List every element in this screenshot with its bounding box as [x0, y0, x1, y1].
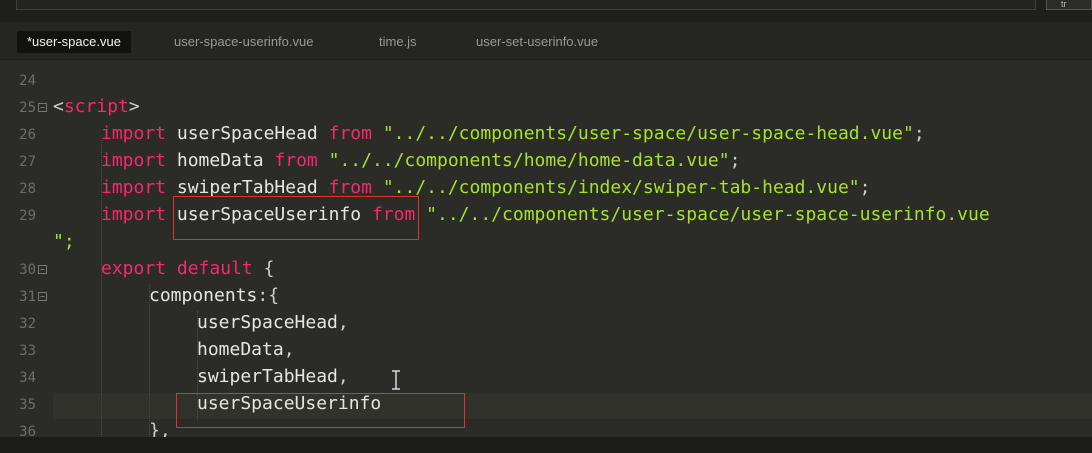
closing-brace: }, — [149, 420, 171, 437]
semicolon: ; — [729, 150, 741, 171]
open-brace: { — [263, 258, 275, 279]
code-editor[interactable]: 24 25 26 27 28 29 30 31 32 33 34 35 36 −… — [0, 60, 1092, 437]
keyword-from: from — [328, 177, 372, 198]
string-path: "../../components/index/swiper-tab-head.… — [382, 177, 860, 198]
property-components: components — [149, 285, 258, 306]
code-line-31: components:{ — [149, 285, 279, 306]
keyword-import: import — [101, 150, 167, 171]
line-number: 24 — [19, 73, 36, 89]
code-line-32: userSpaceHead, — [197, 312, 349, 333]
component-name: swiperTabHead — [197, 366, 338, 387]
line-number: 32 — [19, 316, 36, 332]
keyword-from: from — [328, 123, 372, 144]
top-corner-button[interactable]: tr — [1046, 0, 1092, 10]
line-number: 31 — [19, 289, 36, 305]
string-path: "../../components/home/home-data.vue" — [328, 150, 730, 171]
status-bar — [0, 437, 1092, 453]
tag-name: script — [63, 96, 129, 117]
semicolon: ; — [859, 177, 871, 198]
code-line-29-wrap: "; — [53, 231, 75, 252]
line-number: 26 — [19, 127, 36, 143]
tag-close: > — [128, 96, 140, 117]
editor-tab-bar: *user-space.vue user-space-userinfo.vue … — [0, 22, 1092, 60]
annotation-box-import — [173, 196, 419, 240]
code-line-28: import swiperTabHead from "../../compone… — [101, 177, 870, 198]
identifier: userSpaceHead — [176, 123, 318, 144]
keyword-export: export — [101, 258, 167, 279]
code-line-30: export default { — [101, 258, 274, 279]
semicolon: ; — [913, 123, 925, 144]
text-cursor-icon — [392, 370, 400, 390]
line-number: 30 — [19, 262, 36, 278]
identifier: homeData — [176, 150, 264, 171]
comma: , — [283, 339, 295, 360]
comma: , — [337, 366, 349, 387]
code-line-27: import homeData from "../../components/h… — [101, 150, 740, 171]
code-line-36: }, — [149, 420, 171, 437]
line-number: 33 — [19, 343, 36, 359]
fold-toggle-icon[interactable]: − — [38, 265, 47, 274]
punctuation: :{ — [257, 285, 280, 306]
identifier: swiperTabHead — [176, 177, 318, 198]
string-path: "../../components/user-space/user-space-… — [382, 123, 914, 144]
fold-toggle-icon[interactable]: − — [38, 292, 47, 301]
tab-time-js[interactable]: time.js — [379, 31, 417, 53]
annotation-box-component — [176, 393, 465, 428]
keyword-import: import — [101, 177, 167, 198]
keyword-default: default — [176, 258, 253, 279]
tab-user-set-userinfo-vue[interactable]: user-set-userinfo.vue — [476, 31, 598, 53]
tag-open: < — [53, 96, 64, 117]
indent-guide — [149, 284, 150, 437]
line-number: 29 — [19, 208, 36, 224]
string-path-end: "; — [53, 231, 75, 252]
code-line-25: <script> — [53, 96, 140, 117]
fold-toggle-icon[interactable]: − — [38, 103, 47, 112]
tab-user-space-userinfo-vue[interactable]: user-space-userinfo.vue — [174, 31, 313, 53]
code-line-26: import userSpaceHead from "../../compone… — [101, 123, 925, 144]
code-line-34: swiperTabHead, — [197, 366, 349, 387]
line-number: 28 — [19, 181, 36, 197]
code-line-33: homeData, — [197, 339, 295, 360]
component-name: homeData — [197, 339, 284, 360]
tab-user-space-vue[interactable]: *user-space.vue — [17, 31, 131, 53]
line-number: 25 — [19, 100, 36, 116]
line-number: 27 — [19, 154, 36, 170]
string-path: "../../components/user-space/user-space-… — [426, 204, 990, 225]
keyword-import: import — [101, 204, 167, 225]
keyword-from: from — [274, 150, 318, 171]
line-number: 35 — [19, 397, 36, 413]
comma: , — [337, 312, 349, 333]
top-search-field[interactable] — [16, 0, 1036, 10]
component-name: userSpaceHead — [197, 312, 338, 333]
top-toolbar: tr — [0, 0, 1092, 22]
line-number: 36 — [19, 424, 36, 437]
keyword-import: import — [101, 123, 167, 144]
line-number: 34 — [19, 370, 36, 386]
